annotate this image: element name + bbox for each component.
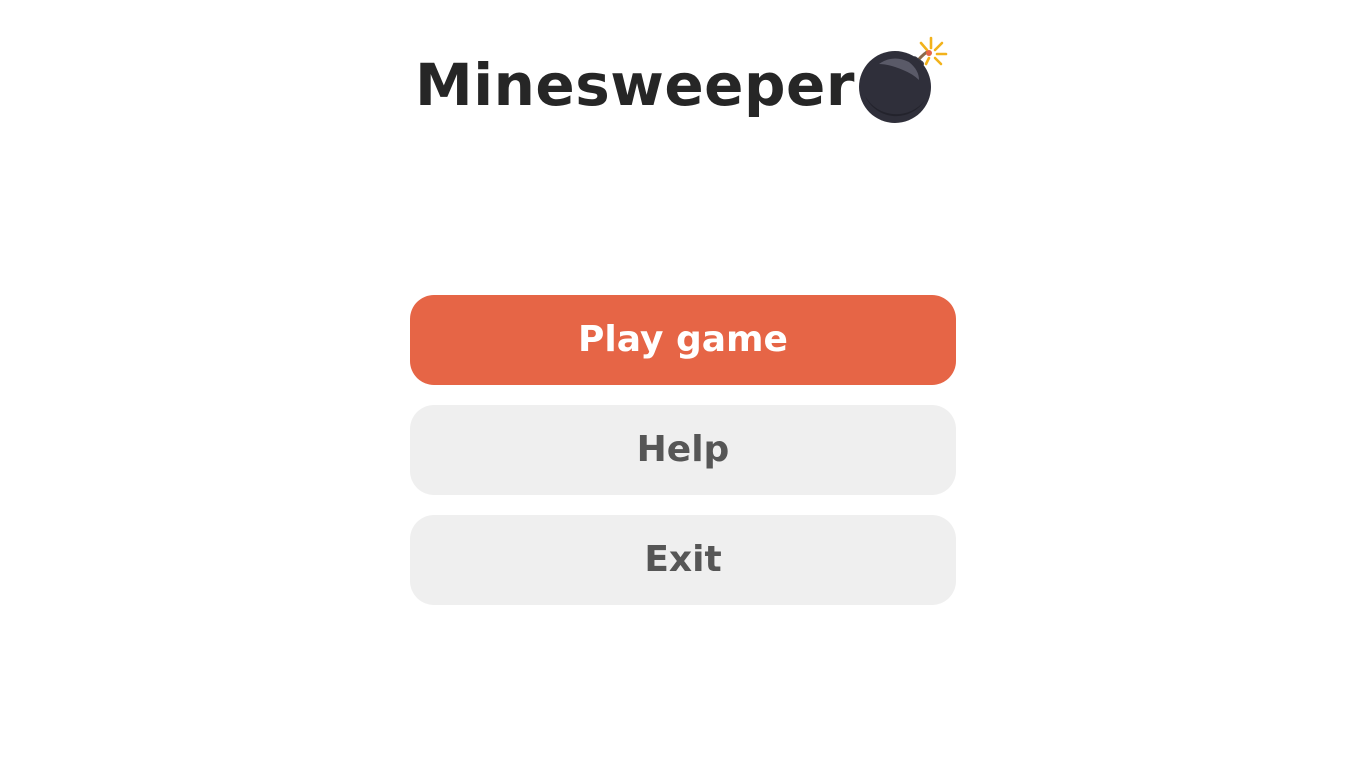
- play-game-label: Play game: [578, 319, 788, 360]
- help-button[interactable]: Help: [410, 405, 956, 495]
- help-label: Help: [636, 429, 730, 470]
- exit-button[interactable]: Exit: [410, 515, 956, 605]
- play-game-button[interactable]: Play game: [410, 295, 956, 385]
- title-header: Minesweeper: [0, 36, 1366, 128]
- bomb-icon: [858, 36, 948, 123]
- main-menu-screen: Minesweeper Play game Help Exit: [0, 0, 1366, 768]
- exit-label: Exit: [644, 539, 722, 580]
- game-title: Minesweeper: [415, 51, 855, 119]
